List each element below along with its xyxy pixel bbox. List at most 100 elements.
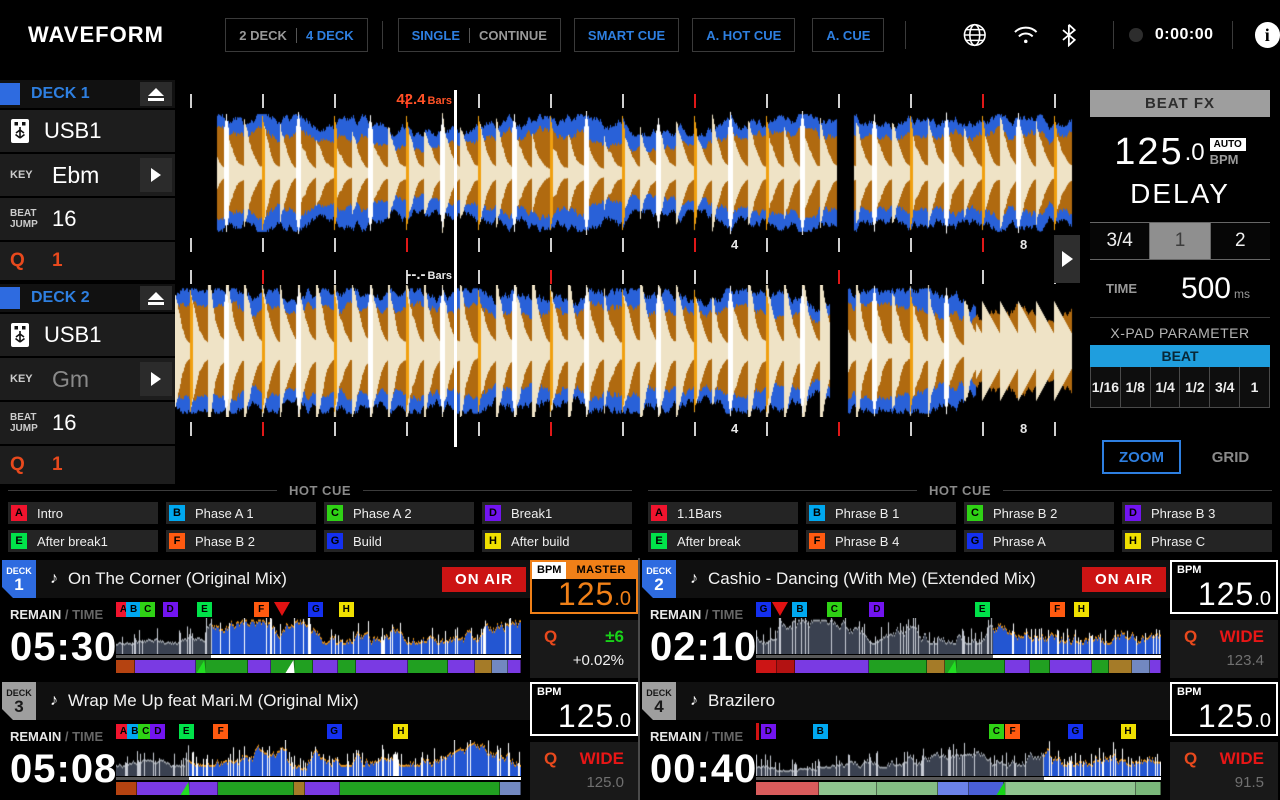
beat-fx-beats-3/4[interactable]: 3/4 <box>1090 223 1150 259</box>
remain-time-label[interactable]: REMAIN / TIME <box>10 607 114 622</box>
hotcue-marker-F: F <box>1050 602 1065 617</box>
continue-option[interactable]: CONTINUE <box>479 28 547 43</box>
hotcue-D[interactable]: DBreak1 <box>482 502 632 524</box>
deck2-main-waveform[interactable] <box>175 285 1080 417</box>
quantize-row[interactable]: Q 1 <box>0 242 175 280</box>
deck-count-toggle[interactable]: 2 DECK 4 DECK <box>225 18 367 52</box>
globe-icon[interactable] <box>962 22 988 48</box>
hotcue-D[interactable]: DPhrase B 3 <box>1122 502 1272 524</box>
play-mode-toggle[interactable]: SINGLE CONTINUE <box>398 18 561 52</box>
hotcue-marker-F: F <box>254 602 269 617</box>
cue-marker-row: ABCDEFGH <box>116 601 521 618</box>
divider <box>296 28 297 43</box>
xpad-fraction-1[interactable]: 1 <box>1240 367 1269 407</box>
deck1-main-waveform[interactable] <box>175 111 1080 235</box>
hotcue-letter-badge: E <box>651 533 667 549</box>
deck2-overview-waveform[interactable]: GBCDEFH <box>756 601 1161 678</box>
beat-jump-row[interactable]: BEATJUMP 16 <box>0 198 175 240</box>
overview-waveform-canvas[interactable] <box>116 618 521 654</box>
key-shift-button[interactable] <box>140 362 172 396</box>
arrow-right-icon <box>151 168 161 182</box>
tempo-range: ±6 <box>605 627 624 647</box>
hotcue-A[interactable]: AIntro <box>8 502 158 524</box>
hotcue-H[interactable]: HPhrase C <box>1122 530 1272 552</box>
quantize-tempo-box[interactable]: QWIDE 123.4 <box>1170 620 1278 678</box>
deck2-badge[interactable]: DECK2 <box>642 560 676 598</box>
hotcue-E[interactable]: EAfter break <box>648 530 798 552</box>
hotcue-E[interactable]: EAfter break1 <box>8 530 158 552</box>
xpad-fraction-1/4[interactable]: 1/4 <box>1151 367 1181 407</box>
tempo-range: WIDE <box>580 749 624 769</box>
xpad-fraction-3/4[interactable]: 3/4 <box>1210 367 1240 407</box>
quantize-tempo-box[interactable]: Q±6 +0.02% <box>530 620 638 678</box>
music-note-icon: ♪ <box>50 692 58 710</box>
info-icon[interactable]: i <box>1255 22 1280 48</box>
xpad-fraction-1/8[interactable]: 1/8 <box>1121 367 1151 407</box>
hotcue-G[interactable]: GPhrase A <box>964 530 1114 552</box>
key-row[interactable]: KEY Gm <box>0 358 175 400</box>
source-row[interactable]: USB1 <box>0 314 175 356</box>
hotcue-C[interactable]: CPhase A 2 <box>324 502 474 524</box>
deck4-overview-waveform[interactable]: DBCFGH <box>756 723 1161 800</box>
xpad-mode[interactable]: BEAT <box>1090 345 1270 367</box>
divider <box>1232 21 1233 49</box>
track-progress-bar <box>116 777 521 780</box>
xpad-fraction-1/16[interactable]: 1/16 <box>1091 367 1121 407</box>
deck-column-divider <box>638 558 640 800</box>
smart-cue-button[interactable]: SMART CUE <box>574 18 679 52</box>
overview-waveform-canvas[interactable] <box>116 740 521 776</box>
hotcue-marker-D: D <box>761 724 776 739</box>
hotcue-marker-H: H <box>339 602 354 617</box>
source-row[interactable]: USB1 <box>0 110 175 152</box>
waveform-expand-button[interactable] <box>1054 235 1080 283</box>
deck1-overview-waveform[interactable]: ABCDEFGH <box>116 601 521 678</box>
hotcue-marker-H: H <box>1121 724 1136 739</box>
hotcue-G[interactable]: GBuild <box>324 530 474 552</box>
quantize-row[interactable]: Q 1 <box>0 446 175 484</box>
hotcue-B[interactable]: BPhrase B 1 <box>806 502 956 524</box>
waveform-screen: WAVEFORM 2 DECK 4 DECK SINGLE CONTINUE S… <box>0 0 1280 800</box>
overview-waveform-canvas[interactable] <box>756 618 1161 654</box>
hotcue-F[interactable]: FPhase B 2 <box>166 530 316 552</box>
hotcue-marker-G: G <box>308 602 323 617</box>
bluetooth-icon[interactable] <box>1061 23 1077 47</box>
hotcue-C[interactable]: CPhrase B 2 <box>964 502 1114 524</box>
deck4-badge[interactable]: DECK4 <box>642 682 676 720</box>
hotcue-marker-D: D <box>150 724 165 739</box>
deck2-header[interactable]: DECK 2 <box>0 284 175 312</box>
remain-time-label[interactable]: REMAIN / TIME <box>650 729 754 744</box>
phrase-analysis-bar <box>116 782 521 795</box>
deck1-badge[interactable]: DECK1 <box>2 560 36 598</box>
grid-button[interactable]: GRID <box>1191 440 1270 474</box>
hotcue-H[interactable]: HAfter build <box>482 530 632 552</box>
quantize-tempo-box[interactable]: QWIDE 125.0 <box>530 742 638 800</box>
key-row[interactable]: KEY Ebm <box>0 154 175 196</box>
overview-waveform-canvas[interactable] <box>756 740 1161 776</box>
beat-fx-beats-1[interactable]: 1 <box>1150 223 1210 259</box>
4-deck-option[interactable]: 4 DECK <box>306 28 354 43</box>
deck1-header[interactable]: DECK 1 <box>0 80 175 108</box>
wifi-icon[interactable] <box>1013 24 1039 46</box>
zoom-button[interactable]: ZOOM <box>1102 440 1181 474</box>
eject-button[interactable] <box>140 286 172 310</box>
hotcue-marker-C: C <box>989 724 1004 739</box>
remain-time-label[interactable]: REMAIN / TIME <box>10 729 114 744</box>
beat-fx-beats-2[interactable]: 2 <box>1211 223 1270 259</box>
hotcue-A[interactable]: A1.1Bars <box>648 502 798 524</box>
eject-button[interactable] <box>140 82 172 106</box>
xpad-fraction-1/2[interactable]: 1/2 <box>1180 367 1210 407</box>
single-option[interactable]: SINGLE <box>412 28 460 43</box>
hotcue-B[interactable]: BPhase A 1 <box>166 502 316 524</box>
hotcue-F[interactable]: FPhrase B 4 <box>806 530 956 552</box>
2-deck-option[interactable]: 2 DECK <box>239 28 287 43</box>
key-shift-button[interactable] <box>140 158 172 192</box>
deck3-badge[interactable]: DECK3 <box>2 682 36 720</box>
auto-hot-cue-button[interactable]: A. HOT CUE <box>692 18 795 52</box>
beat-jump-row[interactable]: BEATJUMP 16 <box>0 402 175 444</box>
usb-icon <box>10 322 30 348</box>
auto-cue-button[interactable]: A. CUE <box>812 18 884 52</box>
bpm-display: BPM 125.0 <box>1170 560 1278 614</box>
quantize-tempo-box[interactable]: QWIDE 91.5 <box>1170 742 1278 800</box>
remain-time-label[interactable]: REMAIN / TIME <box>650 607 754 622</box>
deck3-overview-waveform[interactable]: ABCDEFGH <box>116 723 521 800</box>
